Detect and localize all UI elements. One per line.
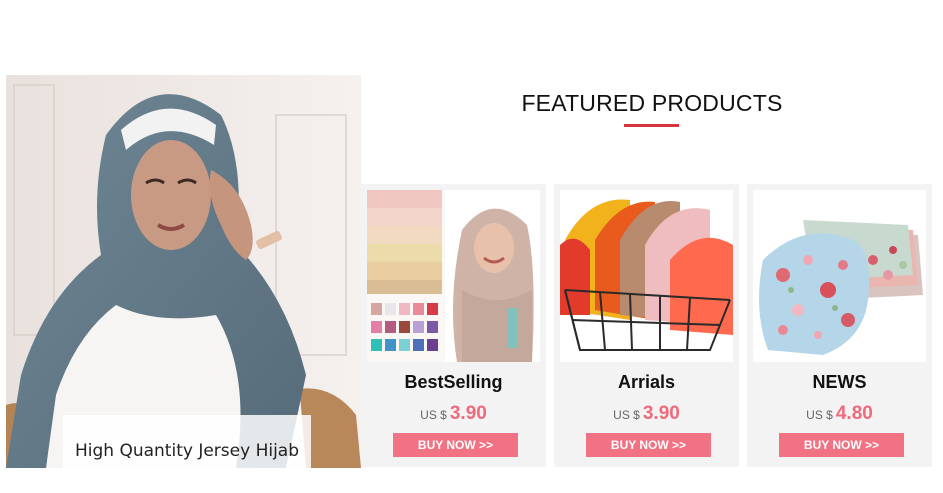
arrials-photo <box>560 190 733 362</box>
product-price: US $3.90 <box>554 403 739 425</box>
product-price: US $3.90 <box>361 403 546 425</box>
price-value: 3.90 <box>642 403 680 424</box>
product-card-news[interactable]: NEWS US $4.80 BUY NOW >> <box>747 184 932 467</box>
product-card-arrials[interactable]: Arrials US $3.90 BUY NOW >> <box>554 184 739 467</box>
product-image[interactable] <box>560 190 733 362</box>
title-underline <box>624 124 679 127</box>
hero-caption: High Quantity Jersey Hijab <box>63 415 311 468</box>
product-card-bestselling[interactable]: BestSelling US $3.90 BUY NOW >> <box>361 184 546 467</box>
hero-image <box>6 75 361 468</box>
product-name[interactable]: Arrials <box>554 372 739 393</box>
bestselling-photo <box>367 190 540 362</box>
product-image[interactable] <box>753 190 926 362</box>
product-name[interactable]: BestSelling <box>361 372 546 393</box>
product-price: US $4.80 <box>747 403 932 425</box>
price-currency: US $ <box>613 408 640 422</box>
buy-now-button[interactable]: BUY NOW >> <box>586 433 711 457</box>
section-title: FEATURED PRODUCTS <box>521 90 783 116</box>
hero-banner[interactable]: High Quantity Jersey Hijab <box>6 75 361 468</box>
price-value: 4.80 <box>835 403 873 424</box>
buy-now-button[interactable]: BUY NOW >> <box>393 433 518 457</box>
price-currency: US $ <box>420 408 447 422</box>
news-photo <box>753 190 926 362</box>
price-currency: US $ <box>806 408 833 422</box>
buy-now-button[interactable]: BUY NOW >> <box>779 433 904 457</box>
product-image[interactable] <box>367 190 540 362</box>
product-name[interactable]: NEWS <box>747 372 932 393</box>
price-value: 3.90 <box>449 403 487 424</box>
